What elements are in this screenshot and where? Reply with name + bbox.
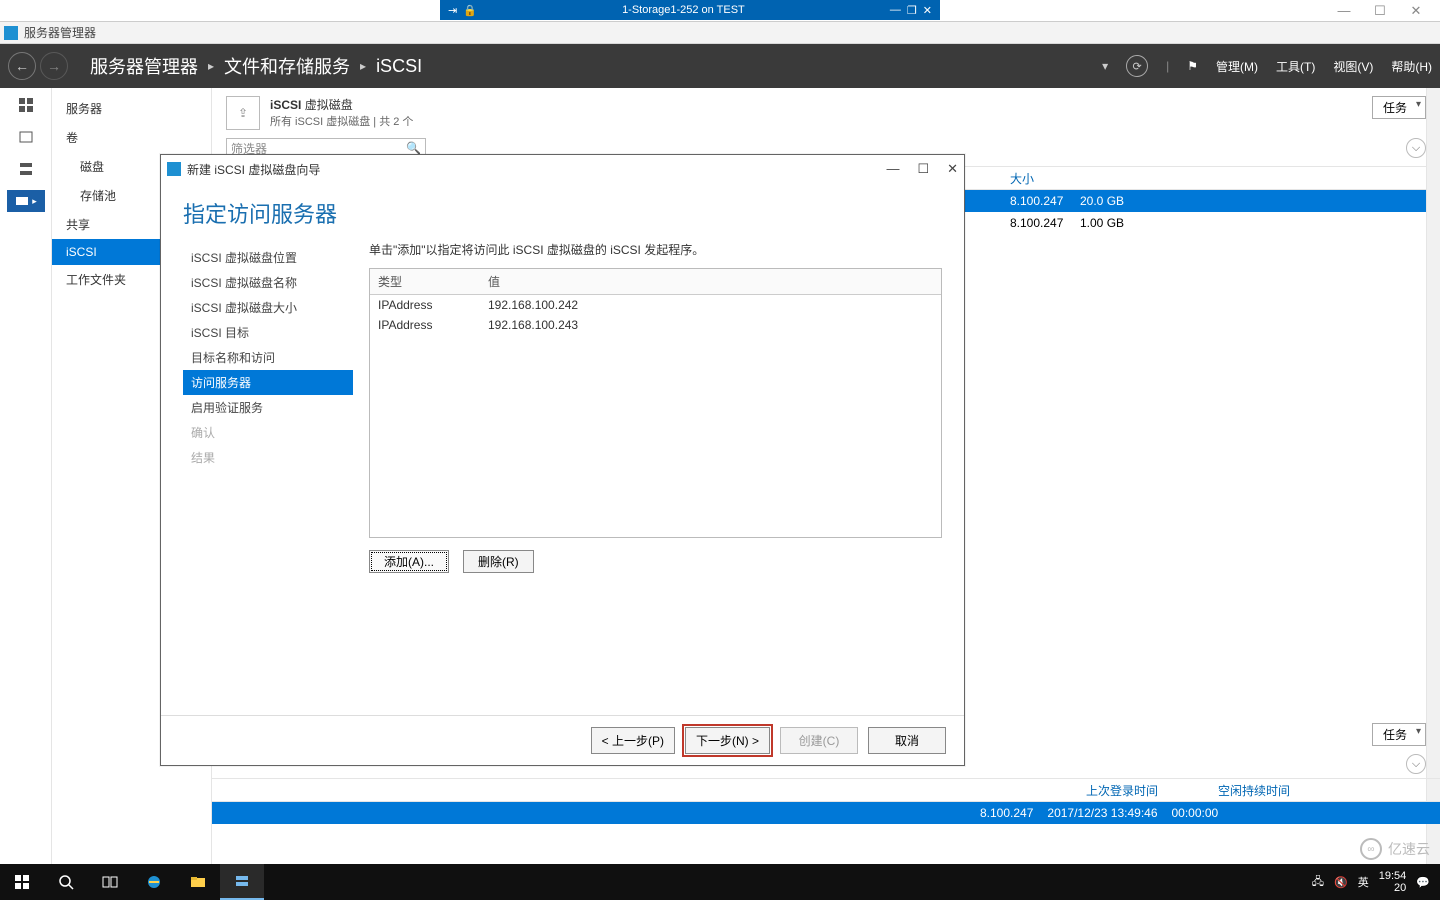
breadcrumb-root[interactable]: 服务器管理器 [90, 53, 198, 79]
host-min-button[interactable]: — [1326, 3, 1362, 18]
nav-back-button[interactable]: ← [8, 52, 36, 80]
initiator-row[interactable]: IPAddress192.168.100.243 [370, 315, 941, 335]
col-last-login[interactable]: 上次登录时间 [1086, 782, 1158, 799]
rail-local-server-icon[interactable] [7, 126, 45, 148]
th-value[interactable]: 值 [480, 269, 941, 295]
server-manager-header: ← → 服务器管理器 ▸ 文件和存储服务 ▸ iSCSI ▾ ⟳ | ⚑ 管理(… [0, 44, 1440, 88]
wizard-icon [167, 162, 181, 176]
session-ip: 8.100.247 [980, 806, 1033, 820]
taskbar-explorer-icon[interactable] [176, 864, 220, 900]
rail-file-storage-icon[interactable]: ▸ [7, 190, 45, 212]
lower-expand-toggle[interactable]: ⌵ [1406, 754, 1426, 774]
breadcrumb-l1[interactable]: 文件和存储服务 [224, 53, 350, 79]
expand-toggle[interactable]: ⌵ [1406, 138, 1426, 158]
tray-ime[interactable]: 英 [1358, 874, 1369, 890]
sidebar-item[interactable]: 卷 [52, 123, 211, 152]
wizard-min-button[interactable]: — [886, 161, 899, 177]
wizard-step: 确认 [183, 420, 353, 445]
wizard-heading: 指定访问服务器 [161, 183, 964, 235]
tray-time[interactable]: 19:54 [1379, 870, 1407, 882]
vm-min-button[interactable]: — [890, 4, 901, 16]
system-tray: 🖧 🔇 英 19:54 20 💬 [1312, 870, 1440, 894]
wizard-step: 结果 [183, 445, 353, 470]
wizard-step[interactable]: 目标名称和访问 [183, 345, 353, 370]
chevron-right-icon: ▸ [360, 59, 366, 73]
remove-button[interactable]: 删除(R) [463, 550, 534, 573]
start-button[interactable] [0, 864, 44, 900]
lower-tasks-dropdown[interactable]: 任务 [1372, 723, 1426, 746]
menu-help[interactable]: 帮助(H) [1391, 58, 1432, 75]
vm-connection-bar: ⇥ 🔒 1-Storage1-252 on TEST — ❐ ✕ [440, 0, 940, 20]
pin-icon[interactable]: ⇥ [448, 4, 457, 17]
add-button[interactable]: 添加(A)... [369, 550, 449, 573]
initiator-row[interactable]: IPAddress192.168.100.242 [370, 295, 941, 316]
next-button[interactable]: 下一步(N) > [685, 727, 770, 754]
vm-max-button[interactable]: ❐ [907, 4, 917, 17]
taskbar: 🖧 🔇 英 19:54 20 💬 [0, 864, 1440, 900]
session-login-time: 2017/12/23 13:49:46 [1047, 806, 1157, 820]
menu-manage[interactable]: 管理(M) [1216, 58, 1258, 75]
breadcrumb-l2[interactable]: iSCSI [376, 56, 422, 77]
rail-dashboard-icon[interactable] [7, 94, 45, 116]
panel-title-bold: iSCSI [270, 98, 301, 112]
host-close-button[interactable]: ✕ [1398, 3, 1434, 19]
wizard-step[interactable]: iSCSI 虚拟磁盘名称 [183, 270, 353, 295]
menu-tools[interactable]: 工具(T) [1276, 58, 1315, 75]
panel-title-rest: 虚拟磁盘 [305, 98, 353, 112]
wizard-titlebar[interactable]: 新建 iSCSI 虚拟磁盘向导 — ☐ ✕ [161, 155, 964, 183]
wizard-step[interactable]: iSCSI 虚拟磁盘大小 [183, 295, 353, 320]
tray-network-icon[interactable]: 🖧 [1312, 873, 1324, 892]
chevron-right-icon: ▸ [208, 59, 214, 73]
menu-view[interactable]: 视图(V) [1333, 58, 1373, 75]
wizard-title: 新建 iSCSI 虚拟磁盘向导 [187, 161, 320, 178]
taskbar-ie-icon[interactable] [132, 864, 176, 900]
server-manager-titlebar: 服务器管理器 [0, 22, 1440, 44]
refresh-button[interactable]: ⟳ [1126, 55, 1148, 77]
search-button[interactable] [44, 864, 88, 900]
tray-notification-icon[interactable]: 💬 [1416, 876, 1430, 889]
tray-volume-icon[interactable]: 🔇 [1334, 876, 1348, 889]
panel-icon: ⇪ [226, 96, 260, 130]
session-row[interactable]: 8.100.247 2017/12/23 13:49:46 00:00:00 [212, 802, 1440, 824]
tasks-dropdown[interactable]: 任务 [1372, 96, 1426, 119]
col-size[interactable]: 大小 [1010, 170, 1130, 187]
wizard-close-button[interactable]: ✕ [947, 161, 958, 177]
prev-button[interactable]: < 上一步(P) [591, 727, 675, 754]
new-iscsi-wizard: 新建 iSCSI 虚拟磁盘向导 — ☐ ✕ 指定访问服务器 iSCSI 虚拟磁盘… [160, 154, 965, 766]
task-view-button[interactable] [88, 864, 132, 900]
wizard-max-button[interactable]: ☐ [917, 161, 929, 177]
taskbar-server-manager-icon[interactable] [220, 864, 264, 900]
vm-title: 1-Storage1-252 on TEST [485, 4, 882, 16]
wizard-footer: < 上一步(P) 下一步(N) > 创建(C) 取消 [161, 715, 964, 765]
vm-close-button[interactable]: ✕ [923, 4, 932, 17]
col-idle-duration[interactable]: 空闲持续时间 [1218, 782, 1290, 799]
wizard-steps: iSCSI 虚拟磁盘位置iSCSI 虚拟磁盘名称iSCSI 虚拟磁盘大小iSCS… [183, 241, 353, 707]
wizard-instruction: 单击"添加"以指定将访问此 iSCSI 虚拟磁盘的 iSCSI 发起程序。 [369, 241, 942, 258]
wizard-step[interactable]: iSCSI 虚拟磁盘位置 [183, 245, 353, 270]
watermark: ∞ 亿速云 [1360, 838, 1430, 860]
host-max-button[interactable]: ☐ [1362, 3, 1398, 19]
flag-icon[interactable]: ⚑ [1187, 59, 1198, 73]
lock-icon: 🔒 [463, 4, 477, 17]
initiators-table: 类型 值 IPAddress192.168.100.242IPAddress19… [369, 268, 942, 538]
wizard-step[interactable]: 访问服务器 [183, 370, 353, 395]
watermark-text: 亿速云 [1388, 839, 1430, 859]
create-button: 创建(C) [780, 727, 858, 754]
watermark-logo-icon: ∞ [1360, 838, 1382, 860]
th-type[interactable]: 类型 [370, 269, 480, 295]
session-idle: 00:00:00 [1172, 806, 1219, 820]
wizard-step[interactable]: 启用验证服务 [183, 395, 353, 420]
panel-subtitle: 所有 iSCSI 虚拟磁盘 | 共 2 个 [270, 113, 413, 129]
rail-all-servers-icon[interactable] [7, 158, 45, 180]
breadcrumb: 服务器管理器 ▸ 文件和存储服务 ▸ iSCSI [90, 53, 422, 79]
server-manager-icon [4, 26, 18, 40]
tray-date: 20 [1394, 882, 1406, 894]
sidebar-item[interactable]: 服务器 [52, 94, 211, 123]
wizard-step[interactable]: iSCSI 目标 [183, 320, 353, 345]
server-manager-title: 服务器管理器 [24, 24, 96, 41]
nav-forward-button[interactable]: → [40, 52, 68, 80]
nav-rail: ▸ [0, 88, 52, 864]
cancel-button[interactable]: 取消 [868, 727, 946, 754]
